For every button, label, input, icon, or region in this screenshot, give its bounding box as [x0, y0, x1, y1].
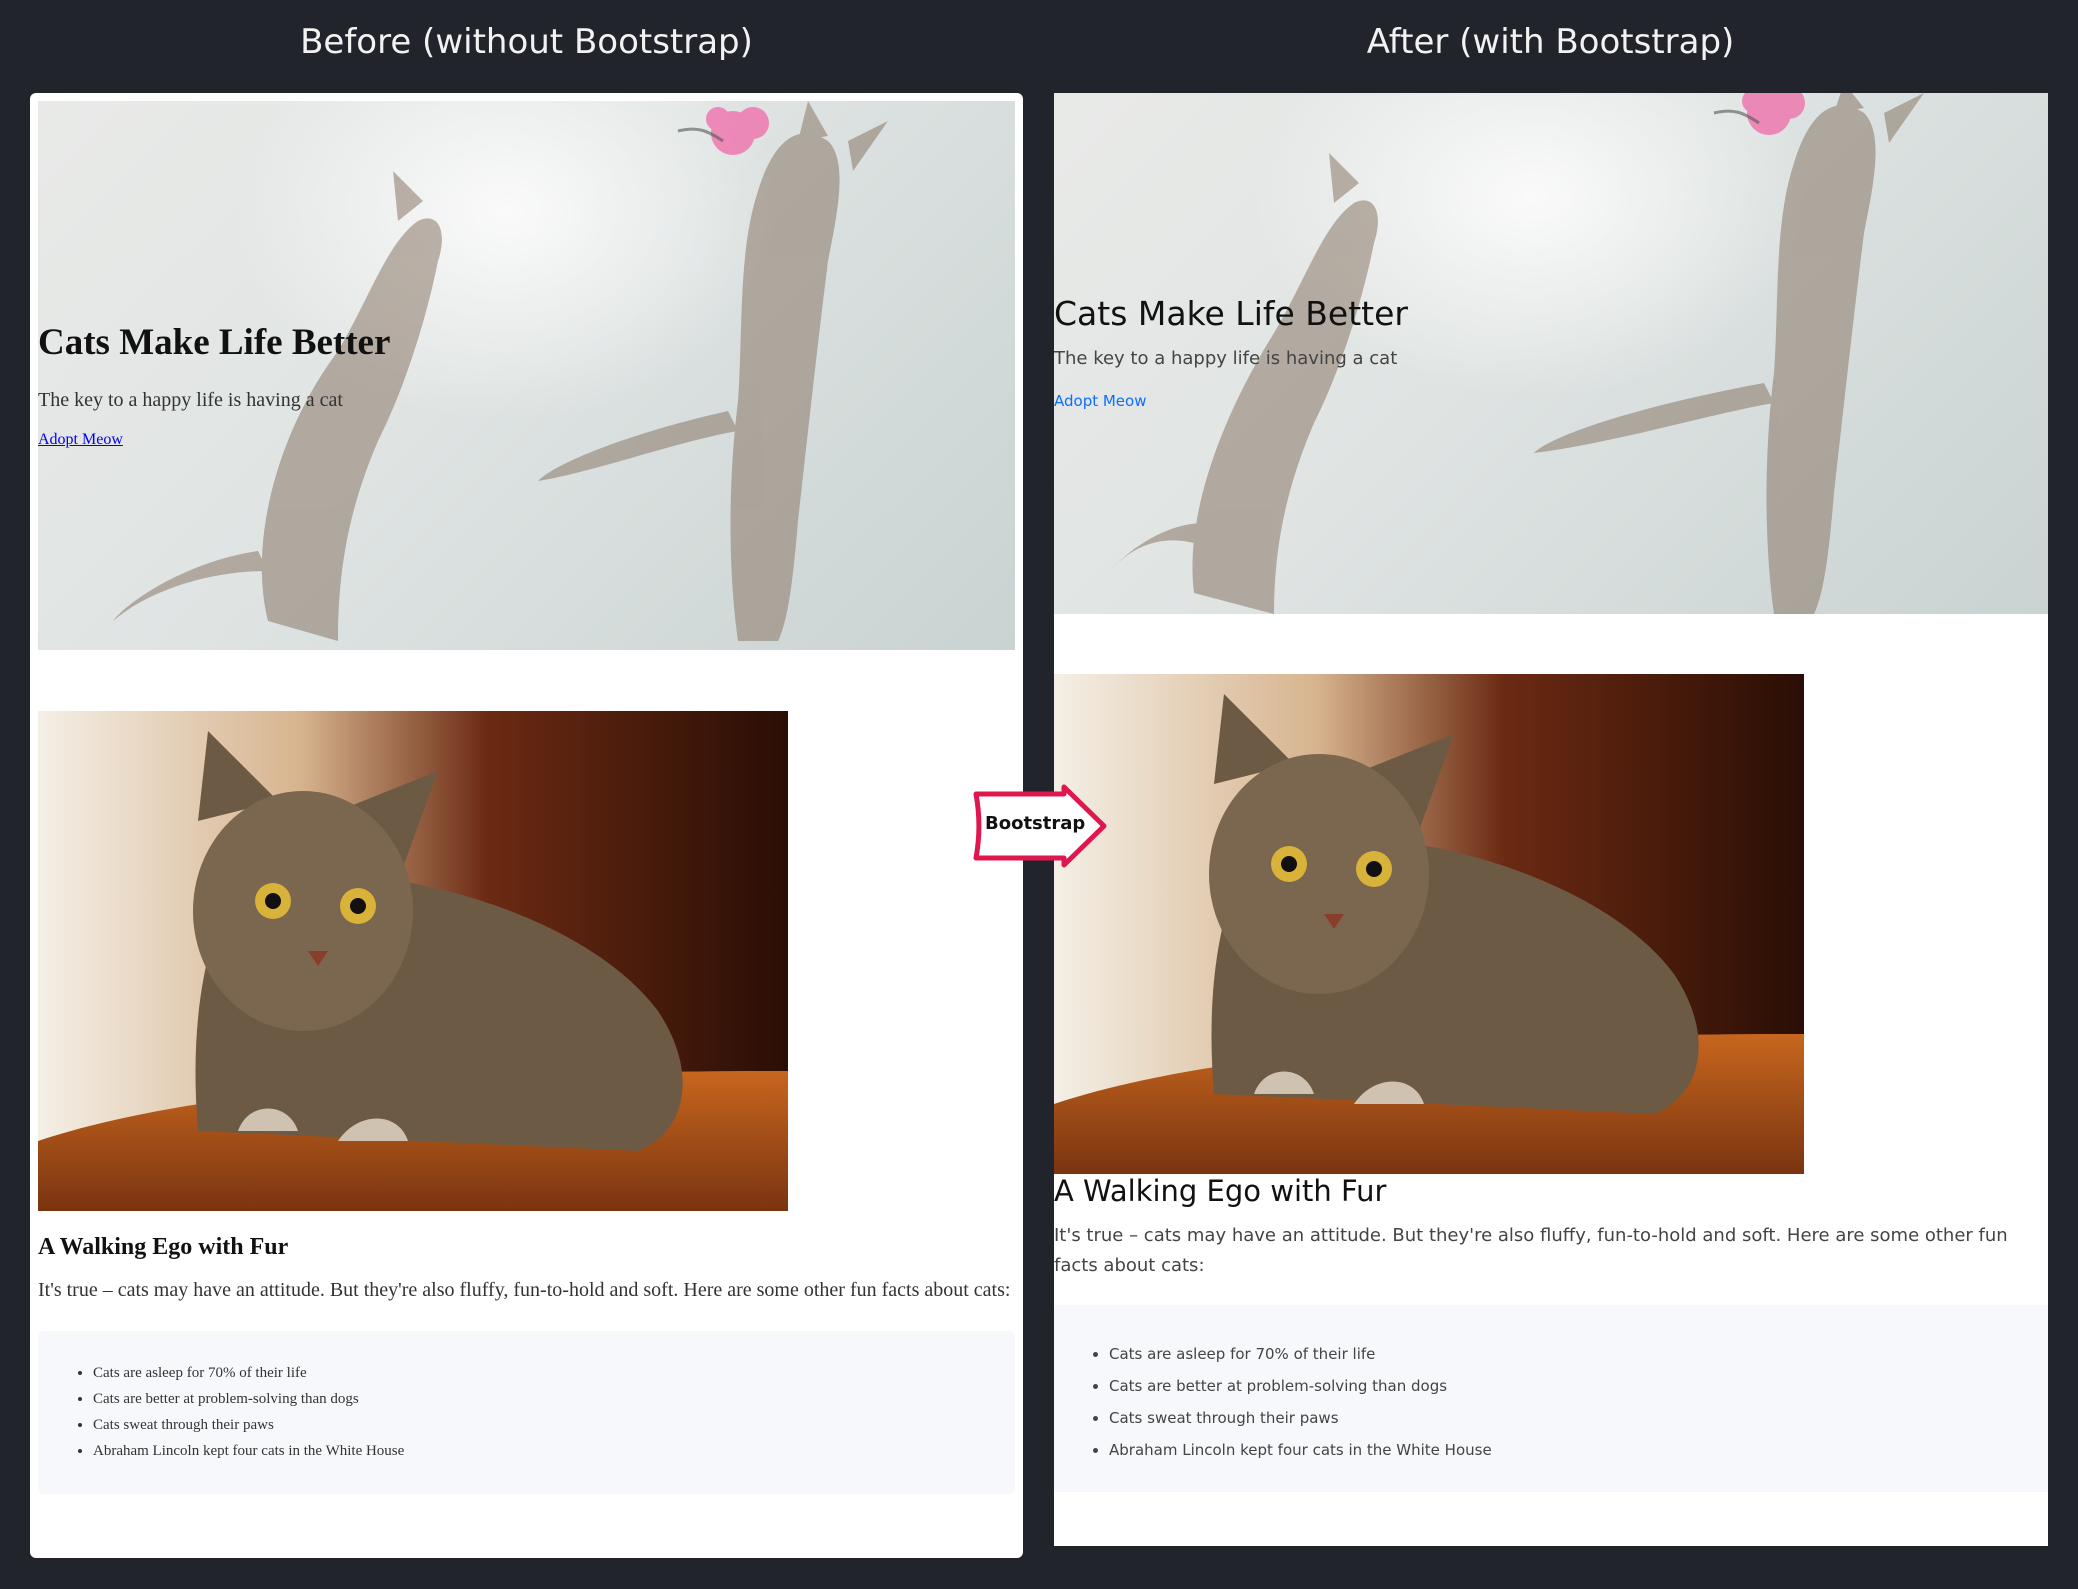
fact-item: Cats are better at problem-solving than …	[93, 1386, 404, 1412]
bootstrap-arrow-label: Bootstrap	[985, 813, 1086, 834]
hero-subtitle: The key to a happy life is having a cat	[1054, 348, 1398, 369]
section-text: It's true – cats may have an attitude. B…	[1054, 1225, 2008, 1276]
fun-facts-list: Cats are asleep for 70% of their life Ca…	[1109, 1338, 1492, 1466]
adopt-meow-link[interactable]: Adopt Meow	[38, 431, 123, 449]
after-page-preview: Cats Make Life Better The key to a happy…	[1054, 93, 2048, 1546]
fact-item: Abraham Lincoln kept four cats in the Wh…	[93, 1438, 404, 1464]
fact-item: Cats are asleep for 70% of their life	[1109, 1338, 1492, 1370]
before-page-preview: Cats Make Life Better The key to a happy…	[30, 93, 1023, 1558]
adopt-meow-link[interactable]: Adopt Meow	[1054, 392, 1146, 410]
section-heading: A Walking Ego with Fur	[38, 1234, 289, 1260]
fact-item: Cats are asleep for 70% of their life	[93, 1360, 404, 1386]
tabby-cat-image	[1054, 674, 1804, 1174]
fact-item: Abraham Lincoln kept four cats in the Wh…	[1109, 1434, 1492, 1466]
fun-facts-box: Cats are asleep for 70% of their life Ca…	[1054, 1305, 2048, 1492]
fun-facts-box: Cats are asleep for 70% of their life Ca…	[38, 1331, 1015, 1494]
before-column-heading: Before (without Bootstrap)	[300, 22, 753, 62]
section-text: It's true – cats may have an attitude. B…	[38, 1279, 1011, 1301]
tabby-cat-photo	[1054, 674, 1804, 1174]
hero-title: Cats Make Life Better	[38, 322, 391, 363]
hero-title: Cats Make Life Better	[1054, 294, 1408, 333]
tabby-cat-photo	[38, 711, 788, 1211]
hero-background-image	[38, 101, 1015, 650]
after-column-heading: After (with Bootstrap)	[1366, 22, 1735, 62]
fact-item: Cats sweat through their paws	[93, 1412, 404, 1438]
fact-item: Cats are better at problem-solving than …	[1109, 1370, 1492, 1402]
jumping-cats-image	[113, 101, 888, 641]
hero-subtitle: The key to a happy life is having a cat	[38, 389, 343, 411]
fact-item: Cats sweat through their paws	[1109, 1402, 1492, 1434]
fun-facts-list: Cats are asleep for 70% of their life Ca…	[93, 1360, 404, 1464]
tabby-cat-image	[38, 711, 788, 1211]
section-heading: A Walking Ego with Fur	[1054, 1174, 1387, 1208]
